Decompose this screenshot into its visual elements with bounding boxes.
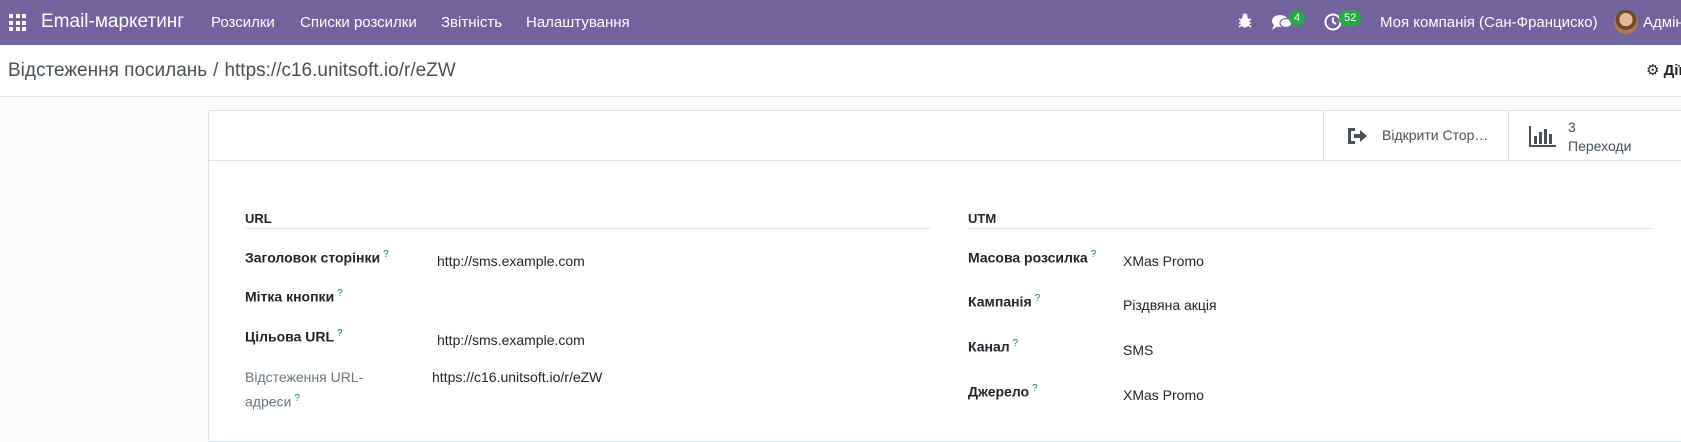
- field-label-text: Заголовок сторінки: [245, 249, 381, 266]
- field-label-text: Цільова URL: [245, 328, 335, 345]
- utm-section-title: UTM: [968, 211, 997, 226]
- help-tooltip-icon[interactable]: ?: [1013, 338, 1019, 349]
- help-tooltip-icon[interactable]: ?: [337, 288, 343, 299]
- field-value-mass-mailing[interactable]: XMas Promo: [1123, 253, 1204, 269]
- field-label-tracking-url: Відстеження URL-адреси?: [245, 367, 385, 413]
- breadcrumb-current: https://c16.unitsoft.io/r/eZW: [224, 60, 456, 81]
- menu-item-settings[interactable]: Налаштування: [526, 14, 630, 31]
- url-section-title: URL: [245, 211, 272, 226]
- user-avatar[interactable]: [1614, 10, 1638, 34]
- top-navbar: Email-маркетинг Розсилки Списки розсилки…: [0, 0, 1681, 45]
- menu-item-mailings[interactable]: Розсилки: [211, 14, 275, 31]
- field-label-medium: Канал?: [968, 338, 1018, 355]
- help-tooltip-icon[interactable]: ?: [1035, 293, 1041, 304]
- breadcrumb: Відстеження посилань / https://c16.unitsof…: [8, 60, 456, 82]
- actions-menu-button[interactable]: ⚙ Дії: [1646, 61, 1681, 79]
- field-label-text: Відстеження URL-адреси: [245, 369, 364, 410]
- breadcrumb-separator: /: [213, 60, 219, 81]
- clicks-label: Переходи: [1568, 138, 1632, 154]
- actions-label: Дії: [1663, 62, 1681, 79]
- activities-count-badge: 52: [1339, 10, 1362, 26]
- field-label-text: Кампанія: [968, 293, 1032, 310]
- breadcrumb-parent[interactable]: Відстеження посилань: [8, 60, 207, 81]
- apps-menu-icon[interactable]: [9, 14, 26, 31]
- help-tooltip-icon[interactable]: ?: [1032, 383, 1038, 394]
- button-box: Відкрити Стор… 3 Переходи: [209, 111, 1681, 161]
- field-label-text: Джерело: [968, 383, 1030, 400]
- field-label-page-title: Заголовок сторінки?: [245, 249, 389, 266]
- field-value-campaign[interactable]: Різдвяна акція: [1123, 297, 1217, 313]
- field-label-button-label: Мітка кнопки?: [245, 288, 343, 305]
- field-label-target-url: Цільова URL?: [245, 328, 343, 345]
- field-value-page-title[interactable]: http://sms.example.com: [437, 253, 585, 269]
- gear-icon: ⚙: [1646, 62, 1660, 79]
- sign-out-icon: [1346, 126, 1368, 149]
- field-label-text: Канал: [968, 338, 1010, 355]
- url-section-divider: [245, 228, 930, 229]
- open-page-label: Відкрити Стор…: [1382, 127, 1489, 143]
- app-brand[interactable]: Email-маркетинг: [41, 11, 184, 33]
- menu-item-mailing-lists[interactable]: Списки розсилки: [300, 14, 417, 31]
- company-switcher[interactable]: Моя компанія (Сан-Франциско): [1380, 14, 1598, 31]
- menu-item-reporting[interactable]: Звітність: [441, 14, 502, 31]
- field-value-tracking-url: https://c16.unitsoft.io/r/eZW: [432, 369, 603, 385]
- user-menu[interactable]: Адмін: [1643, 14, 1681, 31]
- help-tooltip-icon[interactable]: ?: [1091, 249, 1097, 260]
- field-label-text: Масова розсилка: [968, 249, 1088, 266]
- open-page-button[interactable]: Відкрити Стор…: [1323, 111, 1508, 161]
- clicks-button[interactable]: 3 Переходи: [1508, 111, 1681, 161]
- field-value-medium[interactable]: SMS: [1123, 342, 1153, 358]
- field-value-target-url[interactable]: http://sms.example.com: [437, 332, 585, 348]
- help-tooltip-icon[interactable]: ?: [294, 393, 300, 404]
- field-label-text: Мітка кнопки: [245, 288, 335, 305]
- messages-count-badge: 4: [1289, 10, 1306, 26]
- form-sheet: Відкрити Стор… 3 Переходи URL Заголовок …: [208, 110, 1681, 442]
- field-value-source[interactable]: XMas Promo: [1123, 387, 1204, 403]
- help-tooltip-icon[interactable]: ?: [337, 328, 343, 339]
- field-label-source: Джерело?: [968, 383, 1038, 400]
- clicks-count: 3: [1568, 119, 1576, 135]
- help-tooltip-icon[interactable]: ?: [383, 249, 389, 260]
- utm-section-divider: [968, 228, 1653, 229]
- control-panel: Відстеження посилань / https://c16.unitsof…: [0, 45, 1681, 97]
- field-label-mass-mailing: Масова розсилка?: [968, 249, 1096, 266]
- debug-bug-icon[interactable]: [1236, 12, 1254, 33]
- bar-chart-icon: [1529, 125, 1557, 150]
- field-label-campaign: Кампанія?: [968, 293, 1040, 310]
